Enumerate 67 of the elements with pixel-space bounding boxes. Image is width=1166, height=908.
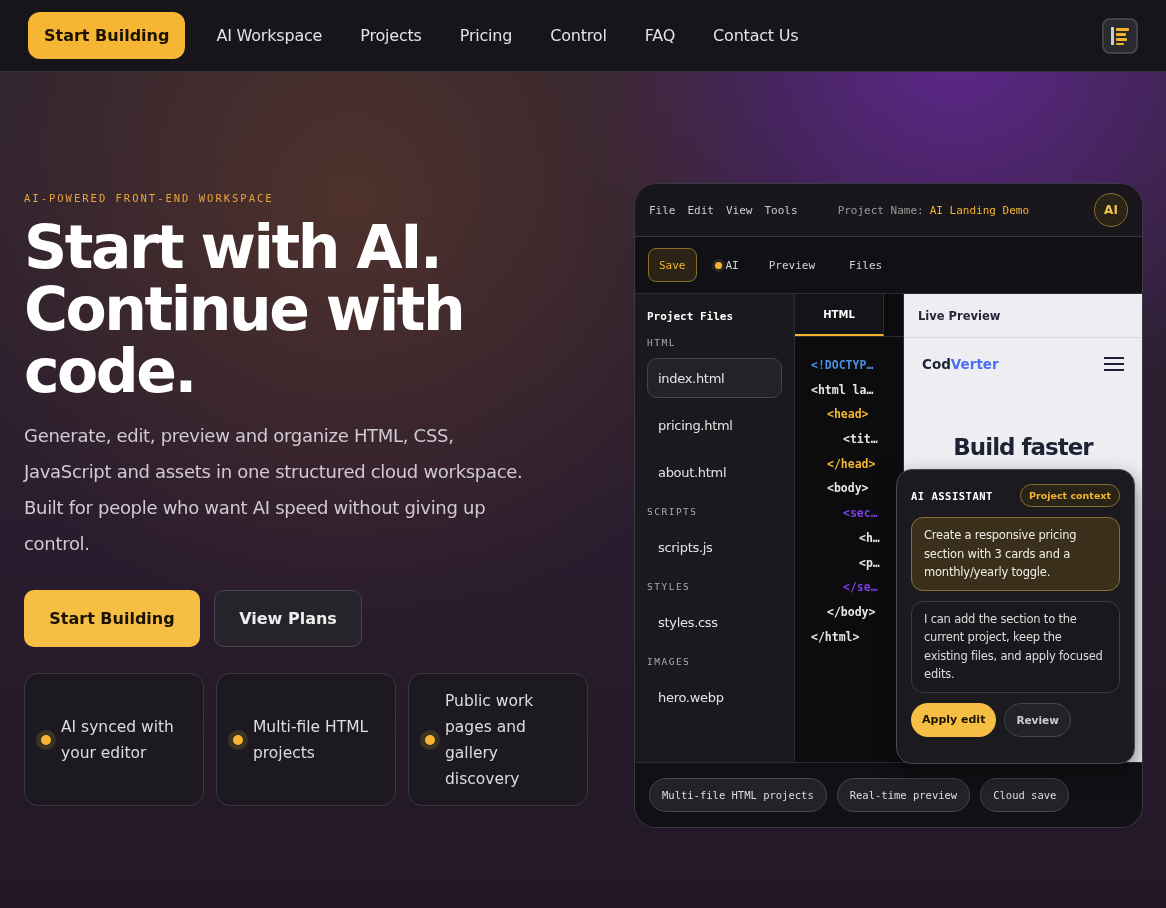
menu-icon[interactable] [1104, 356, 1124, 372]
eyebrow-text: AI-POWERED FRONT-END WORKSPACE [24, 192, 275, 204]
ai-message: I can add the section to the current project, keep the existing files, and apply focused edits. [911, 600, 1120, 693]
nav-link[interactable]: Control [531, 26, 626, 45]
menu-button[interactable] [1102, 17, 1138, 54]
nav-link[interactable]: FAQ [625, 26, 695, 45]
headline-line: Continue with [24, 278, 465, 340]
code-line: <head> [827, 407, 869, 422]
user-message: Create a responsive pricing section with 3 cards and a monthly/yearly toggle. [911, 517, 1120, 591]
context-badge: Project context [1020, 484, 1120, 507]
feature-text: Public work pages and gallery discovery [445, 690, 535, 790]
document-item[interactable]: index.html [647, 358, 782, 398]
code-line: <html la… [811, 382, 874, 397]
document-item[interactable]: scripts.js [647, 527, 782, 567]
code-line: <tit… [843, 432, 878, 447]
preview-title: Live Preview [904, 294, 1142, 338]
project-name: AI Landing Demo [929, 203, 1030, 217]
feature-chip: Multi-file HTML projects [649, 778, 827, 812]
ai-avatar: AI [1094, 193, 1128, 227]
feature-text: Multi-file HTML projects [253, 716, 370, 764]
code-line: </head> [827, 456, 876, 471]
code-tab[interactable]: HTML [795, 294, 884, 336]
toolbar-button[interactable]: Preview [760, 248, 824, 282]
group-label: STYLES [647, 581, 692, 592]
save-button[interactable]: Save [648, 248, 697, 282]
document-item[interactable]: about.html [647, 452, 782, 492]
hero-description: Generate, edit, preview and organize HTML, CSS, JavaScript and assets in one structured cloud workspace. Built for people who want AI speed without giving up control. [24, 424, 524, 556]
group-label: SCRIPTS [647, 506, 699, 517]
start-building-button[interactable]: Start Building [28, 12, 186, 59]
feature-chip: Cloud save [980, 778, 1070, 812]
code-line: </html> [811, 629, 860, 644]
document-item[interactable]: pricing.html [647, 405, 782, 445]
view-plans-button[interactable]: View Plans [214, 590, 362, 647]
assistant-title: AI ASSISTANT [911, 489, 993, 502]
code-line: <p… [859, 555, 880, 570]
nav-link[interactable]: Projects [341, 26, 441, 45]
menu-item[interactable]: Tools [764, 203, 798, 217]
code-line: </se… [843, 580, 878, 595]
headline-line: Start with AI. [24, 216, 442, 278]
menu-item[interactable]: Edit [687, 203, 714, 217]
ai-button[interactable]: AI [721, 248, 743, 282]
status-dot-icon [714, 261, 722, 269]
code-line: </body> [827, 604, 876, 619]
toolbar-button[interactable]: Files [841, 248, 891, 282]
brand-logo: CodVerter [922, 356, 999, 372]
nav-link[interactable]: Contact Us [694, 26, 818, 45]
group-label: IMAGES [647, 656, 692, 667]
document-item[interactable]: styles.css [647, 602, 782, 642]
group-label: HTML [647, 337, 677, 348]
start-building-button[interactable]: Start Building [24, 590, 200, 647]
menu-item[interactable]: View [726, 203, 753, 217]
code-line: <!DOCTYP… [811, 358, 874, 372]
review-button[interactable]: Review [1004, 702, 1071, 737]
files-title: Project Files [647, 310, 735, 323]
apply-edit-button[interactable]: Apply edit [911, 702, 997, 737]
document-item[interactable]: hero.webp [647, 677, 782, 717]
feature-text: AI synced with your editor [61, 716, 175, 764]
code-line: <h… [859, 530, 880, 545]
project-name-label: Project Name: [837, 203, 924, 217]
code-line: <body> [827, 481, 869, 496]
headline-line: code. [24, 340, 196, 402]
nav-link[interactable]: Pricing [440, 26, 532, 45]
feature-chip: Real-time preview [836, 778, 971, 812]
code-line: <sec… [843, 506, 878, 521]
menu-item[interactable]: File [649, 203, 676, 217]
nav-link[interactable]: AI Workspace [197, 26, 342, 45]
preview-heading: Build faster [952, 434, 1095, 460]
